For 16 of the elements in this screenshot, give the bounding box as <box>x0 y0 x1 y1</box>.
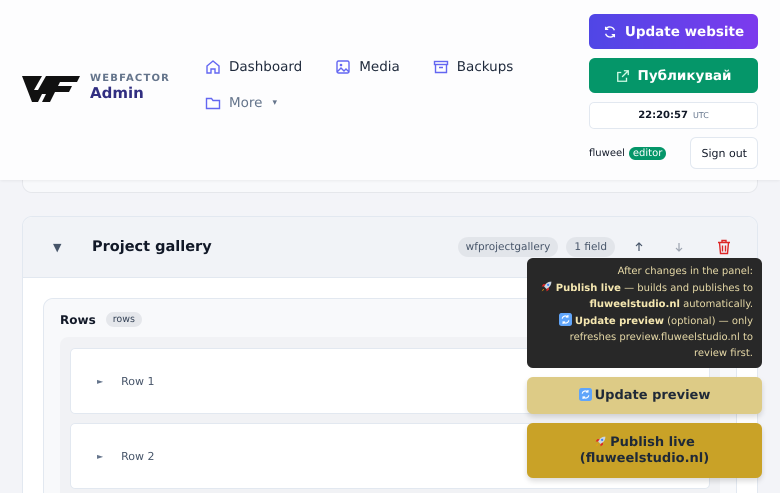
section-title: Project gallery <box>92 239 212 255</box>
username: fluweel <box>589 148 625 158</box>
brand-title: Admin <box>90 84 145 102</box>
tooltip-text: Update preview (optional) — only refreshes preview.fluweelstudio.nl to review first. <box>570 316 753 359</box>
caret-icon: ▾ <box>272 98 277 108</box>
tooltip-text: After changes in the panel: <box>618 266 753 277</box>
field-label: Rows <box>60 312 96 326</box>
tag-badge: 1 field <box>566 237 615 257</box>
tooltip-text: Publish live — builds and publishes to fluweelstudio.nl automatically. <box>556 283 753 310</box>
tag-badge: wfprojectgallery <box>458 237 558 257</box>
row-label: Row 1 <box>121 374 155 388</box>
clock-display: 22:20:57 UTC <box>589 102 758 129</box>
role-badge: editor <box>628 146 666 160</box>
brand-overline: WEBFACTOR <box>90 73 170 84</box>
row-label: Row 2 <box>121 450 155 462</box>
field-key-badge: rows <box>106 312 142 327</box>
